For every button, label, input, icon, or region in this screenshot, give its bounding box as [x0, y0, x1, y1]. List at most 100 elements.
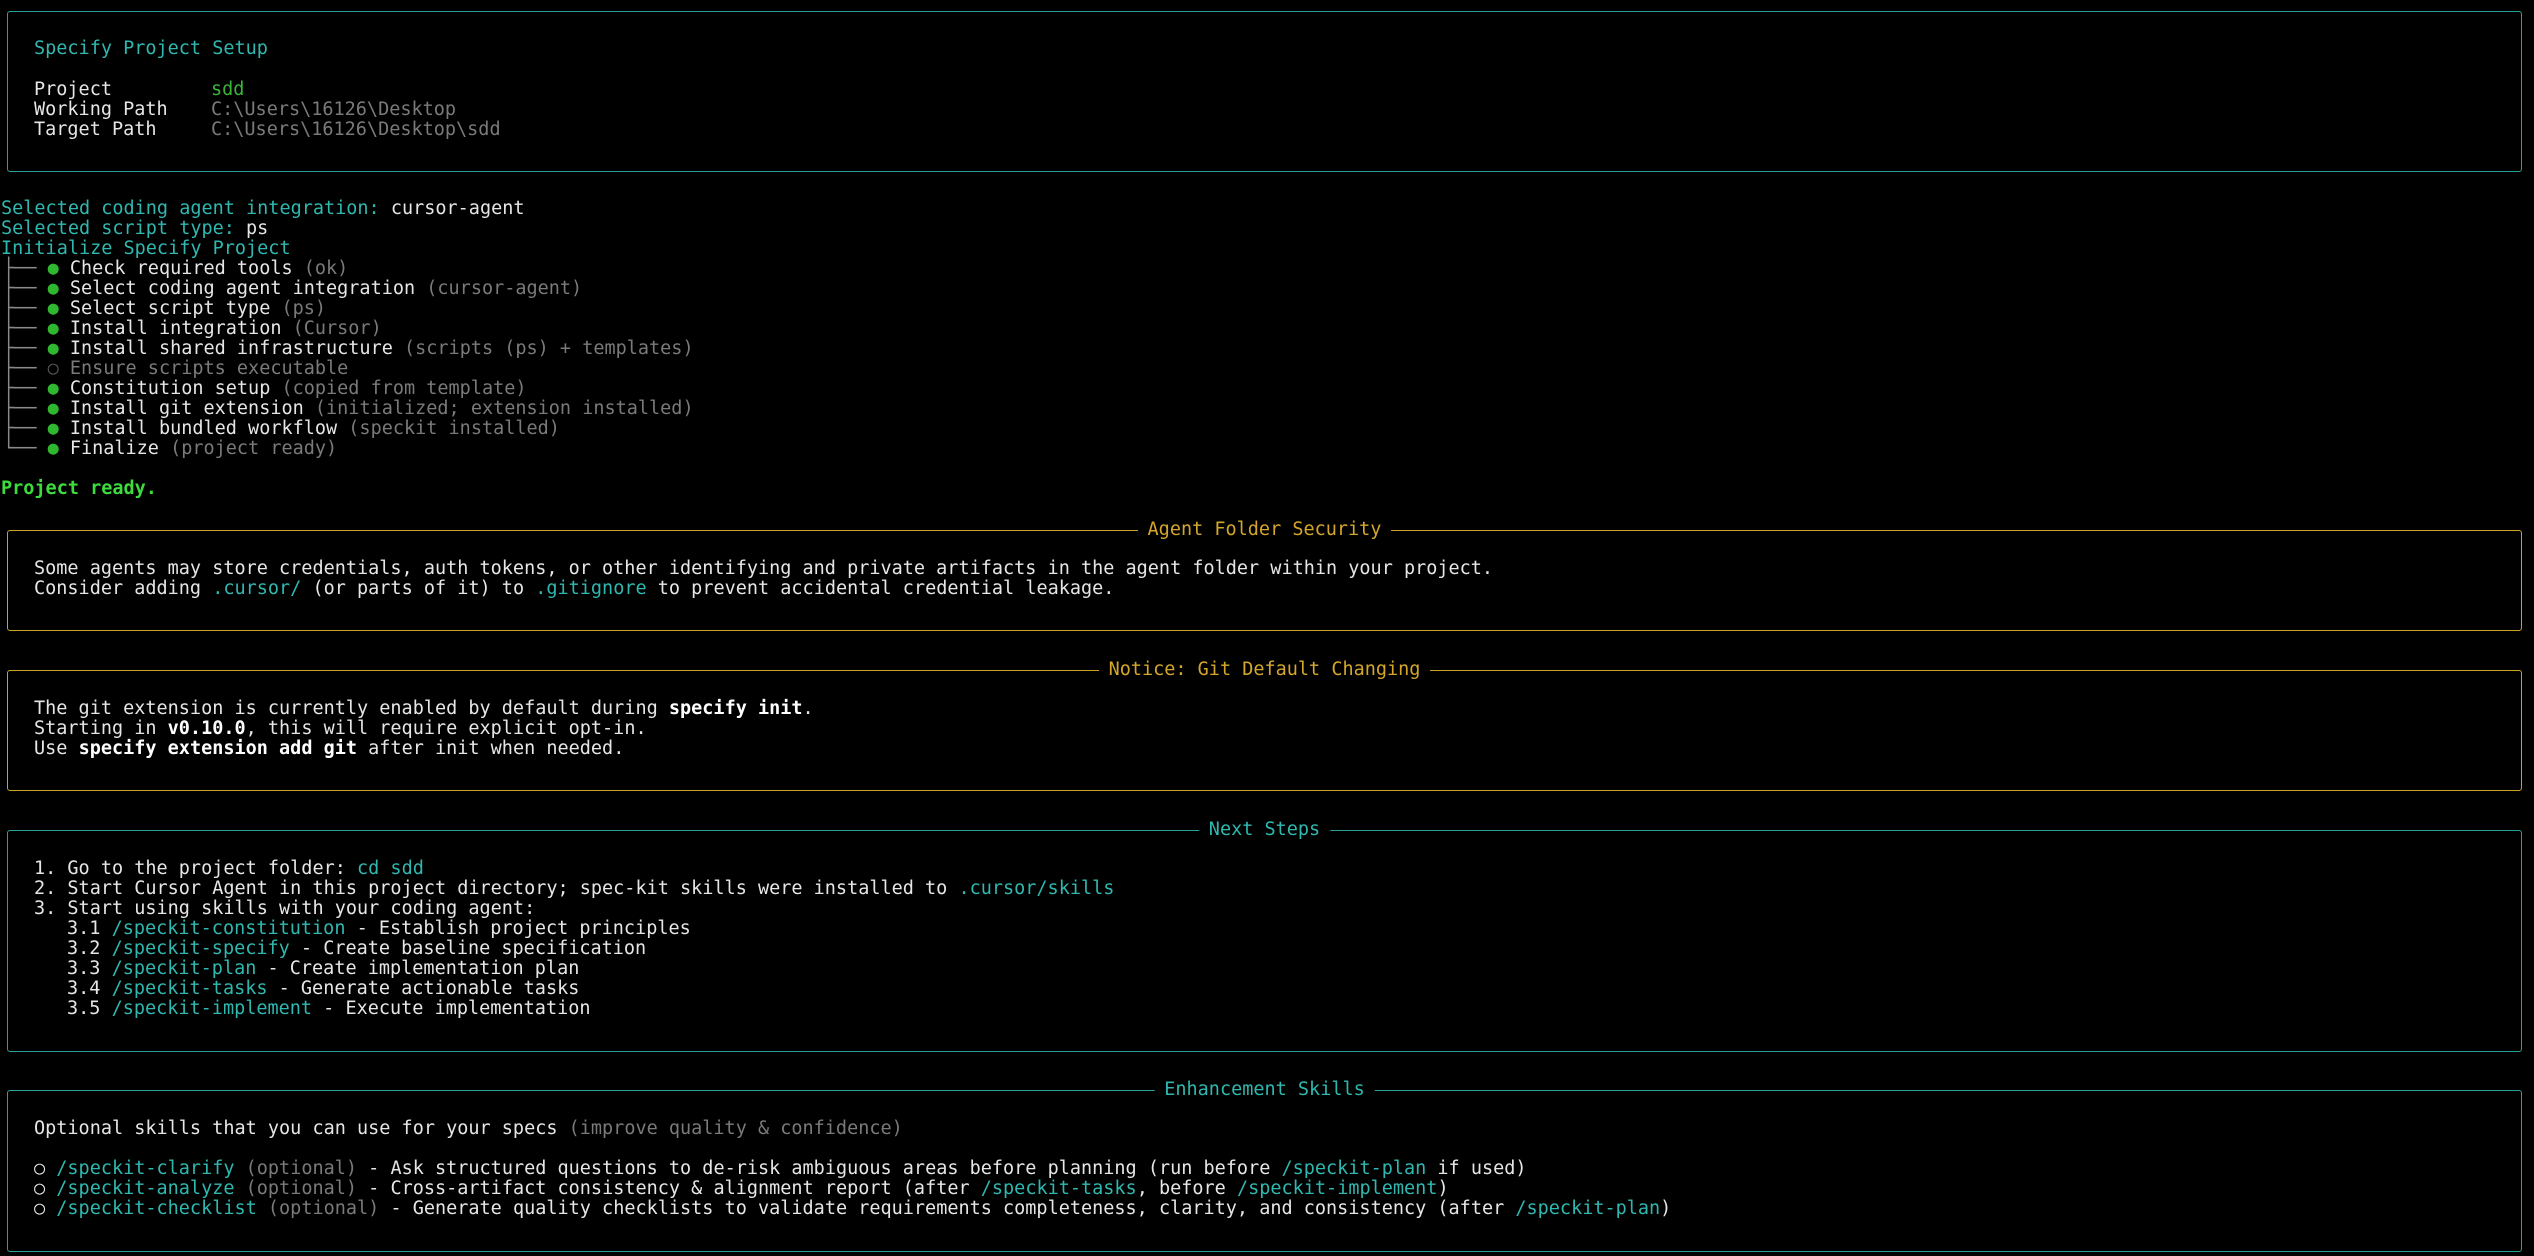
- substep-number: 3.1: [67, 918, 101, 939]
- done-bullet-icon: ●: [47, 338, 59, 359]
- done-bullet-icon: ●: [47, 278, 59, 299]
- step-row: ├── ● Check required tools (ok): [3, 259, 348, 279]
- skill-command: /speckit-plan: [111, 958, 257, 979]
- skill-command: /speckit-tasks: [111, 978, 268, 999]
- step-row: ├── ● Install shared infrastructure (scr…: [3, 339, 694, 359]
- done-bullet-icon: ●: [47, 438, 59, 459]
- optional-tag: (optional): [267, 1198, 380, 1219]
- substep-number: 3.4: [67, 978, 101, 999]
- enhancement-item: ○ /speckit-clarify (optional) - Ask stru…: [34, 1159, 1527, 1179]
- done-bullet-icon: ●: [47, 258, 59, 279]
- security-line-2-text: to prevent accidental credential leakage…: [646, 578, 1115, 599]
- done-bullet-icon: ●: [47, 378, 59, 399]
- step-label: Install shared infrastructure: [69, 338, 393, 359]
- hollow-bullet-icon: ○: [34, 1158, 46, 1179]
- notice-panel: Notice: Git Default Changing The git ext…: [7, 659, 2522, 791]
- script-selection: Selected script type: ps: [1, 219, 268, 239]
- tree-branch: ├──: [3, 358, 37, 379]
- enhancement-item: ○ /speckit-checklist (optional) - Genera…: [34, 1199, 1671, 1219]
- notice-command: specify init: [668, 698, 803, 719]
- step-label: Finalize: [69, 438, 159, 459]
- skill-description: - Create implementation plan: [256, 958, 580, 979]
- cd-command: cd sdd: [357, 858, 424, 879]
- next-substep: 3.3 /speckit-plan - Create implementatio…: [67, 959, 579, 979]
- next-steps-panel: Next Steps 1. Go to the project folder: …: [7, 819, 2522, 1052]
- next-steps-title: Next Steps: [1198, 819, 1331, 841]
- security-line-2-text: Consider adding: [34, 578, 213, 599]
- agent-selection-value: cursor-agent: [390, 198, 525, 219]
- tree-branch: ├──: [3, 278, 37, 299]
- enhancement-item: ○ /speckit-analyze (optional) - Cross-ar…: [34, 1179, 1449, 1199]
- step-row: ├── ● Install bundled workflow (speckit …: [3, 419, 560, 439]
- security-line-2: Consider adding .cursor/ (or parts of it…: [34, 579, 1114, 599]
- tree-branch: ├──: [3, 318, 37, 339]
- skill-command: /speckit-analyze: [56, 1178, 235, 1199]
- security-line-1: Some agents may store credentials, auth …: [34, 558, 1494, 579]
- working-path-label: Working Path: [34, 99, 168, 120]
- gitignore-path: .gitignore: [535, 578, 647, 599]
- skill-reference: /speckit-tasks: [980, 1178, 1137, 1199]
- step-label: Select script type: [69, 298, 271, 319]
- step-detail: (Cursor): [292, 318, 382, 339]
- notice-text: The git extension is currently enabled b…: [34, 698, 669, 719]
- step-label: Select coding agent integration: [69, 278, 416, 299]
- next-step-3: 3. Start using skills with your coding a…: [34, 898, 536, 919]
- item-text: - Ask structured questions to de-risk am…: [357, 1158, 1282, 1179]
- notice-text: , this will require explicit opt-in.: [245, 718, 647, 739]
- tree-branch: ├──: [3, 418, 37, 439]
- notice-line-2: Starting in v0.10.0, this will require e…: [34, 719, 647, 739]
- substep-number: 3.5: [67, 998, 101, 1019]
- step-detail: (ps): [281, 298, 327, 319]
- step-detail: (copied from template): [281, 378, 527, 399]
- step-detail: (project ready): [170, 438, 338, 459]
- skill-reference: /speckit-plan: [1281, 1158, 1427, 1179]
- notice-text: after init when needed.: [357, 738, 625, 759]
- intro-text: Optional skills that you can use for you…: [34, 1118, 569, 1139]
- step-label: Ensure scripts executable: [69, 358, 349, 379]
- item-text: ): [1660, 1198, 1672, 1219]
- terminal-window[interactable]: Specify Project Setup Project sdd Workin…: [0, 0, 2534, 1256]
- item-text: ): [1437, 1178, 1449, 1199]
- notice-text: Use: [34, 738, 79, 759]
- tree-branch: ├──: [3, 398, 37, 419]
- tree-branch: ├──: [3, 298, 37, 319]
- enhancement-panel: Enhancement Skills Optional skills that …: [7, 1079, 2522, 1252]
- step-label: Constitution setup: [69, 378, 271, 399]
- optional-tag: (optional): [245, 1178, 358, 1199]
- skipped-bullet-icon: ○: [47, 358, 59, 379]
- notice-text: Starting in: [34, 718, 168, 739]
- tree-branch: ├──: [3, 378, 37, 399]
- setup-panel: Specify Project Setup Project sdd Workin…: [7, 11, 2522, 172]
- skill-command: /speckit-specify: [111, 938, 290, 959]
- skill-description: - Execute implementation: [312, 998, 591, 1019]
- enhancement-intro: Optional skills that you can use for you…: [34, 1119, 903, 1139]
- tree-branch: ├──: [3, 258, 37, 279]
- security-panel-title: Agent Folder Security: [1137, 519, 1392, 541]
- project-ready-message: Project ready.: [1, 478, 157, 499]
- step-row: ├── ● Constitution setup (copied from te…: [3, 379, 527, 399]
- target-path-label: Target Path: [34, 119, 157, 140]
- skill-description: - Generate actionable tasks: [267, 978, 580, 999]
- step-row: ├── ● Install git extension (initialized…: [3, 399, 694, 419]
- item-text: - Generate quality checklists to validat…: [379, 1198, 1516, 1219]
- target-path-value: C:\Users\16126\Desktop\sdd: [211, 119, 501, 140]
- step-label: Check required tools: [69, 258, 293, 279]
- step-row: ├── ● Select script type (ps): [3, 299, 326, 319]
- done-bullet-icon: ●: [47, 318, 59, 339]
- next-substep: 3.2 /speckit-specify - Create baseline s…: [67, 939, 646, 959]
- script-selection-value: ps: [246, 218, 269, 239]
- skills-path: .cursor/skills: [958, 878, 1115, 899]
- project-label: Project: [34, 79, 112, 100]
- init-title: Initialize Specify Project: [1, 238, 291, 259]
- skill-command: /speckit-constitution: [111, 918, 346, 939]
- tree-last: └──: [3, 438, 37, 459]
- step-row: ├── ○ Ensure scripts executable: [3, 359, 348, 379]
- enhancement-title: Enhancement Skills: [1154, 1079, 1375, 1101]
- agent-selection-label: Selected coding agent integration:: [1, 198, 380, 219]
- step-detail: (initialized; extension installed): [314, 398, 694, 419]
- step-row: └── ● Finalize (project ready): [3, 439, 337, 459]
- notice-line-1: The git extension is currently enabled b…: [34, 699, 814, 719]
- next-step-2: 2. Start Cursor Agent in this project di…: [34, 879, 1114, 899]
- optional-tag: (optional): [245, 1158, 358, 1179]
- agent-selection: Selected coding agent integration: curso…: [1, 199, 525, 219]
